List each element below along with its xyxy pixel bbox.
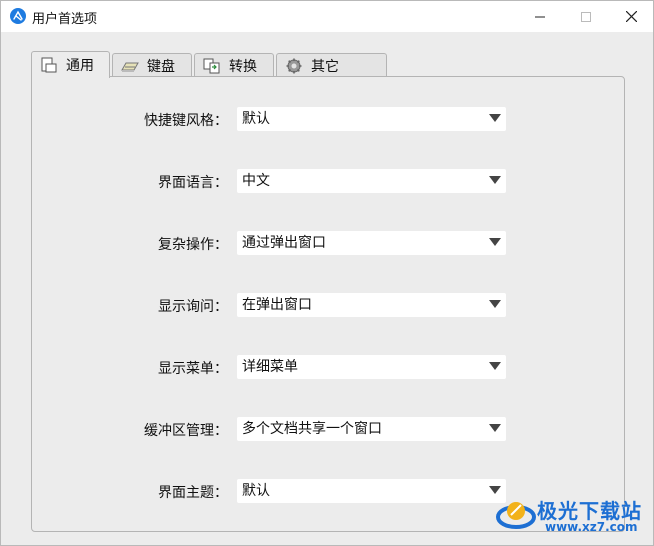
- dropdown-arrow-icon: [489, 238, 501, 246]
- dropdown-arrow-icon: [489, 424, 501, 432]
- convert-icon: [203, 58, 221, 74]
- complex-operation-select[interactable]: 通过弹出窗口: [237, 231, 506, 255]
- watermark-logo-icon: [496, 502, 536, 529]
- setting-label: 复杂操作：: [158, 237, 228, 253]
- setting-row-buffer-management: 缓冲区管理： 多个文档共享一个窗口: [32, 417, 624, 441]
- app-logo-icon: [10, 8, 26, 24]
- preferences-window: 用户首选项 通用 键盘 转换 其它 快捷键风格： 默认 界面语言： 中文 复杂操…: [0, 0, 654, 546]
- select-value: 详细菜单: [242, 359, 298, 375]
- select-value: 默认: [242, 483, 270, 499]
- maximize-icon: [581, 11, 591, 22]
- watermark: 极光下载站 www.xz7.com: [495, 493, 650, 541]
- title-bar[interactable]: 用户首选项: [1, 1, 653, 32]
- setting-row-complex-operation: 复杂操作： 通过弹出窗口: [32, 231, 624, 255]
- tab-convert[interactable]: 转换: [194, 53, 274, 77]
- tab-convert-label: 转换: [229, 58, 257, 75]
- minimize-button[interactable]: [517, 1, 563, 32]
- select-value: 中文: [242, 173, 270, 189]
- general-settings-panel: 快捷键风格： 默认 界面语言： 中文 复杂操作： 通过弹出窗口 显示询问： 在弹…: [31, 76, 625, 532]
- setting-row-show-menu: 显示菜单： 详细菜单: [32, 355, 624, 379]
- dropdown-arrow-icon: [489, 300, 501, 308]
- tab-general-label: 通用: [66, 58, 94, 74]
- setting-row-language: 界面语言： 中文: [32, 169, 624, 193]
- dropdown-arrow-icon: [489, 362, 501, 370]
- close-button[interactable]: [608, 1, 654, 32]
- gear-icon: [285, 58, 303, 74]
- show-prompt-select[interactable]: 在弹出窗口: [237, 293, 506, 317]
- setting-label: 显示询问：: [158, 299, 228, 315]
- page-icon: [40, 57, 58, 73]
- tab-other-label: 其它: [311, 58, 339, 75]
- close-icon: [625, 11, 637, 22]
- setting-label: 缓冲区管理：: [144, 423, 228, 439]
- window-title: 用户首选项: [32, 12, 98, 27]
- show-menu-select[interactable]: 详细菜单: [237, 355, 506, 379]
- watermark-url: www.xz7.com: [545, 520, 638, 534]
- select-value: 默认: [242, 111, 270, 127]
- tab-keyboard-label: 键盘: [147, 58, 175, 75]
- tab-general[interactable]: 通用: [31, 51, 110, 78]
- setting-label: 界面主题：: [158, 485, 228, 501]
- language-select[interactable]: 中文: [237, 169, 506, 193]
- keyboard-icon: [121, 58, 139, 74]
- shortcut-style-select[interactable]: 默认: [237, 107, 506, 131]
- setting-label: 快捷键风格：: [144, 113, 228, 129]
- setting-label: 界面语言：: [158, 175, 228, 191]
- dropdown-arrow-icon: [489, 114, 501, 122]
- tab-keyboard[interactable]: 键盘: [112, 53, 192, 77]
- select-value: 在弹出窗口: [242, 297, 312, 313]
- select-value: 多个文档共享一个窗口: [242, 421, 382, 437]
- setting-row-show-prompt: 显示询问： 在弹出窗口: [32, 293, 624, 317]
- maximize-button[interactable]: [563, 1, 609, 32]
- theme-select[interactable]: 默认: [237, 479, 506, 503]
- dropdown-arrow-icon: [489, 176, 501, 184]
- buffer-management-select[interactable]: 多个文档共享一个窗口: [237, 417, 506, 441]
- setting-label: 显示菜单：: [158, 361, 228, 377]
- minimize-icon: [535, 16, 545, 17]
- setting-row-shortcut-style: 快捷键风格： 默认: [32, 107, 624, 131]
- tab-other[interactable]: 其它: [276, 53, 387, 77]
- select-value: 通过弹出窗口: [242, 235, 326, 251]
